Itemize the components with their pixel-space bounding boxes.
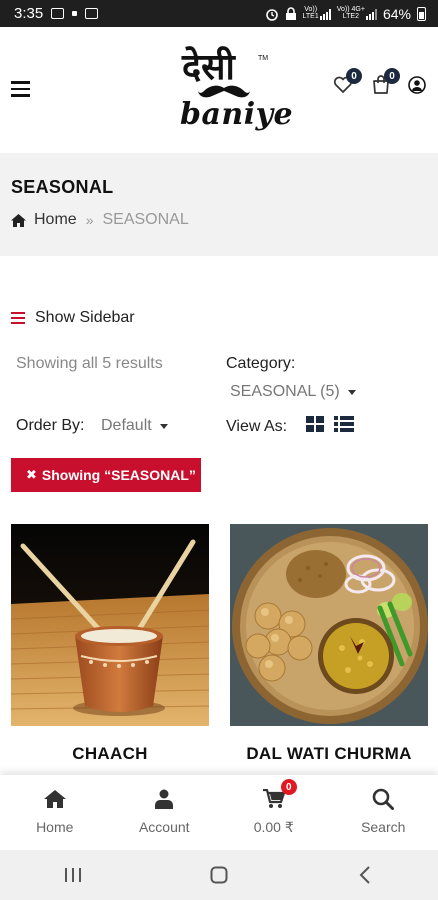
list-view-icon[interactable] (334, 416, 354, 432)
page-header: SEASONAL Home » SEASONAL (0, 153, 438, 256)
product-image-dal-wati-churma[interactable] (230, 524, 428, 726)
grid-view-icon[interactable] (306, 416, 324, 432)
header-cart-count-badge: 0 (384, 68, 400, 84)
back-chevron-icon (359, 866, 370, 884)
product-image-chaach[interactable] (11, 524, 209, 726)
order-by-select[interactable]: Default (101, 417, 168, 435)
nav-home-label: Home (36, 819, 74, 835)
status-bar: 3:35 Vo)) LTE1 Vo)) 4G+ LTE2 64% (0, 0, 438, 27)
battery-percent: 64% (382, 5, 411, 22)
sim2-signal-icon: Vo)) 4G+ LTE2 (337, 6, 377, 20)
message-notification-icon (85, 8, 99, 19)
recent-apps-button[interactable] (43, 855, 103, 895)
nav-account[interactable]: Account (110, 775, 220, 850)
search-icon (372, 787, 395, 811)
logo-trademark: TM (258, 55, 269, 62)
home-system-button[interactable] (189, 855, 249, 895)
category-value: SEASONAL (5) (230, 383, 340, 400)
nav-search-label: Search (361, 819, 406, 835)
product-name[interactable]: CHAACH (11, 744, 209, 764)
wishlist-count-badge: 0 (346, 68, 362, 84)
status-right: Vo)) LTE1 Vo)) 4G+ LTE2 64% (265, 6, 426, 22)
cart-count-badge: 0 (280, 779, 297, 795)
header-cart-button[interactable]: 0 (370, 68, 400, 97)
nav-account-label: Account (138, 819, 190, 835)
home-icon (11, 213, 26, 227)
active-filter-chip[interactable]: ✖ Showing “SEASONAL” (11, 458, 201, 492)
home-square-icon (210, 866, 228, 884)
status-left: 3:35 (14, 5, 99, 22)
menu-icon[interactable] (11, 81, 30, 97)
home-icon (43, 787, 66, 811)
nav-cart-total: 0.00 ₹ (253, 819, 294, 835)
dal-wati-churma-image (230, 524, 428, 726)
gallery-notification-icon (51, 8, 65, 19)
category-label: Category: (226, 355, 296, 372)
bottom-navigation: Home Account 0 0.00 ₹ Search (0, 775, 438, 850)
app-header: देसी TM baniye 0 0 (0, 27, 438, 153)
back-button[interactable] (335, 855, 395, 895)
chaach-kulhad-image (11, 524, 209, 726)
category-select[interactable]: SEASONAL (5) (230, 383, 356, 401)
system-navigation-bar (0, 850, 438, 900)
logo[interactable]: देसी TM baniye (178, 41, 293, 137)
user-icon (155, 787, 174, 811)
remove-filter-icon: ✖ (26, 467, 37, 482)
cart-icon: 0 (262, 779, 297, 811)
product-name[interactable]: DAL WATI CHURMA (230, 744, 428, 764)
nav-cart[interactable]: 0 0.00 ₹ (219, 775, 329, 850)
show-sidebar-label: Show Sidebar (35, 309, 135, 326)
nav-search[interactable]: Search (329, 775, 438, 850)
recent-apps-icon (65, 868, 81, 882)
nav-home[interactable]: Home (0, 775, 110, 850)
logo-hindi-text: देसी (182, 46, 235, 88)
product-card[interactable]: CHAACH (11, 524, 209, 764)
user-circle-icon (408, 76, 426, 94)
header-account-button[interactable] (406, 73, 428, 97)
view-as-label: View As: (226, 418, 288, 435)
status-time: 3:35 (14, 5, 44, 22)
order-by-value: Default (101, 417, 152, 434)
product-card[interactable]: DAL WATI CHURMA (230, 524, 428, 764)
alarm-icon (265, 8, 278, 21)
notification-dot-icon (72, 11, 78, 16)
logo-text: baniye (180, 97, 294, 132)
breadcrumb-home-link[interactable]: Home (34, 211, 77, 229)
show-sidebar-button[interactable]: Show Sidebar (11, 309, 135, 327)
caret-down-icon (347, 389, 356, 395)
breadcrumb: Home » SEASONAL (11, 211, 189, 229)
caret-down-icon (159, 423, 168, 429)
header-icons: 0 0 (332, 68, 428, 97)
breadcrumb-current: SEASONAL (102, 211, 189, 228)
sim1-signal-icon: Vo)) LTE1 (303, 6, 331, 20)
results-count: Showing all 5 results (16, 355, 163, 372)
lock-icon (285, 6, 296, 20)
order-by-label: Order By: (16, 417, 85, 434)
breadcrumb-separator: » (85, 212, 94, 228)
page-title: SEASONAL (11, 177, 114, 197)
active-filter-label: Showing “SEASONAL” (41, 467, 196, 483)
battery-icon (417, 6, 426, 21)
wishlist-button[interactable]: 0 (332, 68, 362, 97)
sidebar-bars-icon (11, 312, 25, 324)
